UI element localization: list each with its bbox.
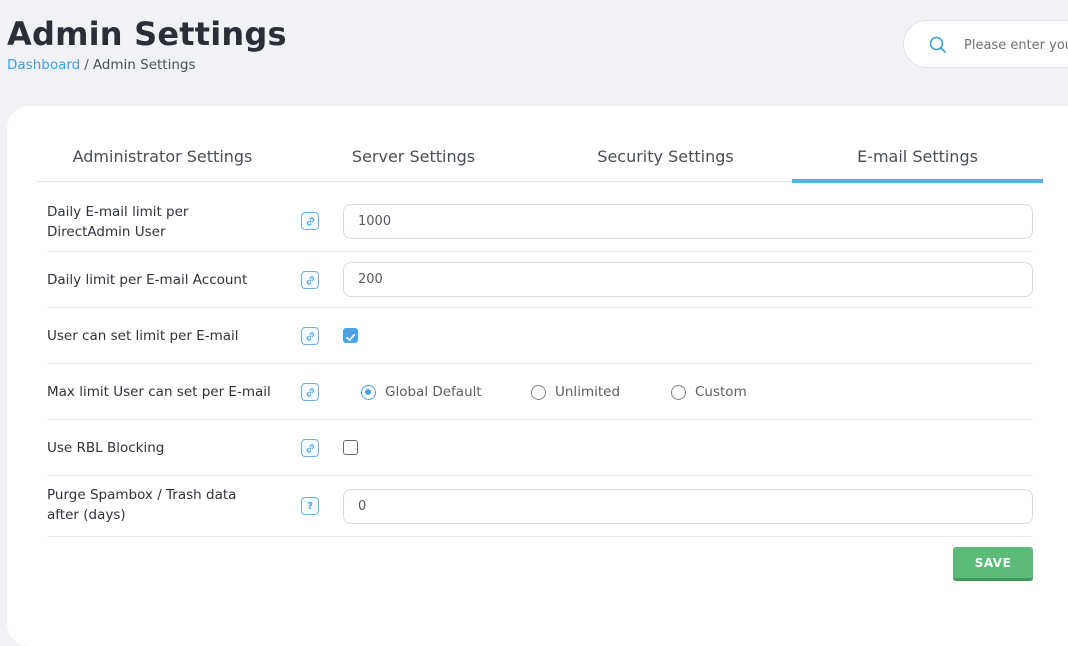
daily-account-limit-label: Daily limit per E-mail Account [47,272,248,288]
link-icon[interactable] [301,439,319,457]
row-purge-spambox: Purge Spambox / Trash data after (days) … [47,475,1033,537]
settings-card: Administrator Settings Server Settings S… [7,106,1068,646]
daily-email-limit-input[interactable] [343,204,1033,239]
purge-spambox-label: Purge Spambox / Trash data after (days) [47,485,236,525]
radio-dot[interactable] [671,384,686,400]
checkmark-icon [346,333,356,342]
purge-spambox-label-line1: Purge Spambox / Trash data [47,487,237,503]
link-icon[interactable] [301,327,319,345]
breadcrumb-dashboard-link[interactable]: Dashboard [7,57,80,73]
radio-dot[interactable] [531,384,546,400]
radio-global-default[interactable]: Global Default [361,384,482,400]
link-icon[interactable] [301,212,319,230]
rbl-blocking-checkbox[interactable] [343,440,358,455]
page-title: Admin Settings [7,15,287,53]
row-user-set-limit: User can set limit per E-mail [47,307,1033,364]
tab-administrator-settings[interactable]: Administrator Settings [37,139,288,181]
row-daily-account-limit: Daily limit per E-mail Account [47,251,1033,308]
breadcrumb-current: Admin Settings [92,57,196,73]
daily-email-limit-label-line2: DirectAdmin User [47,224,166,240]
breadcrumb: Dashboard / Admin Settings [7,57,196,73]
row-rbl-blocking: Use RBL Blocking [47,419,1033,476]
purge-spambox-input[interactable] [343,489,1033,524]
save-button[interactable]: SAVE [953,547,1033,581]
question-icon[interactable]: ? [301,497,319,515]
radio-unlimited-label: Unlimited [555,384,621,400]
search-box[interactable] [903,20,1068,68]
search-icon[interactable] [928,35,948,55]
daily-email-limit-label-line1: Daily E-mail limit per [47,204,189,220]
tab-security-settings[interactable]: Security Settings [540,139,791,181]
daily-account-limit-input[interactable] [343,262,1033,297]
user-set-limit-checkbox[interactable] [343,328,358,343]
rbl-blocking-label: Use RBL Blocking [47,440,165,456]
radio-dot-selected[interactable] [361,384,376,400]
row-daily-email-limit: Daily E-mail limit per DirectAdmin User [47,194,1033,252]
settings-tabs: Administrator Settings Server Settings S… [37,139,1043,183]
row-max-limit: Max limit User can set per E-mail Global… [47,363,1033,420]
purge-spambox-label-line2: after (days) [47,507,126,523]
daily-email-limit-label: Daily E-mail limit per DirectAdmin User [47,202,188,242]
link-icon[interactable] [301,383,319,401]
search-input[interactable] [964,35,1068,55]
radio-custom[interactable]: Custom [671,384,747,400]
radio-unlimited[interactable]: Unlimited [531,384,620,400]
breadcrumb-separator: / [84,57,89,73]
max-limit-label: Max limit User can set per E-mail [47,384,271,400]
radio-global-default-label: Global Default [385,384,482,400]
tab-server-settings[interactable]: Server Settings [288,139,539,181]
link-icon[interactable] [301,271,319,289]
user-set-limit-label: User can set limit per E-mail [47,328,239,344]
tab-email-settings[interactable]: E-mail Settings [792,139,1043,183]
radio-custom-label: Custom [695,384,747,400]
